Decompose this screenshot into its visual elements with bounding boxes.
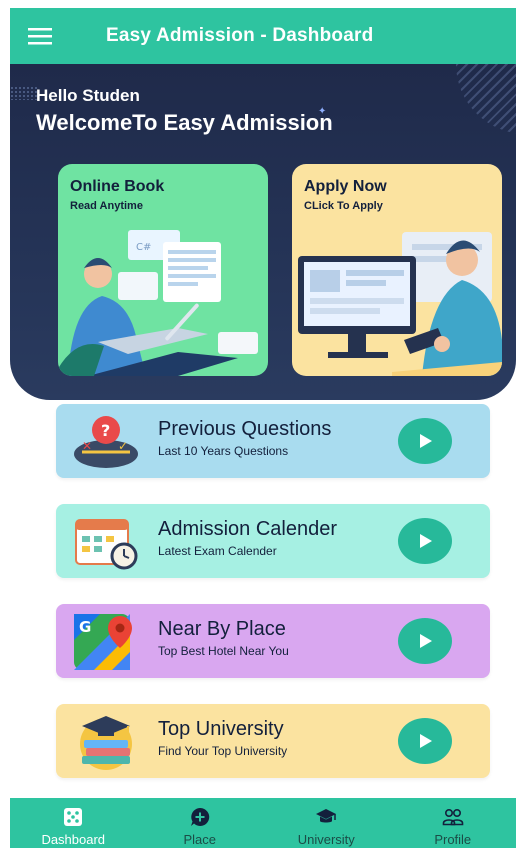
nav-item-dashboard[interactable]: Dashboard bbox=[10, 798, 137, 848]
people-icon bbox=[442, 808, 464, 826]
online-book-subtitle: Read Anytime bbox=[70, 200, 143, 212]
welcome-text: WelcomeTo Easy Admission bbox=[36, 110, 333, 135]
person-computer-illustration bbox=[298, 232, 502, 376]
svg-text:✕: ✕ bbox=[82, 439, 92, 453]
person-laptop-illustration: C# bbox=[58, 230, 258, 376]
question-scale-icon: ? ✕ ✓ bbox=[74, 416, 138, 468]
nav-item-place[interactable]: Place bbox=[137, 798, 264, 848]
near-by-place-subtitle: Top Best Hotel Near You bbox=[158, 644, 289, 658]
calendar-clock-icon bbox=[75, 519, 138, 570]
svg-text:?: ? bbox=[101, 421, 110, 440]
nav-label-university: University bbox=[297, 832, 355, 847]
greeting-text: Hello Studen bbox=[36, 86, 140, 105]
nav-label-profile: Profile bbox=[434, 832, 472, 847]
decorative-dots bbox=[10, 86, 38, 100]
chat-plus-icon bbox=[190, 807, 209, 826]
hamburger-menu-icon bbox=[28, 28, 52, 45]
admission-calender-subtitle: Latest Exam Calender bbox=[158, 544, 277, 558]
nav-label-place: Place bbox=[183, 832, 217, 847]
admission-calender-play-button[interactable] bbox=[398, 518, 452, 564]
previous-questions-card[interactable]: ? ✕ ✓ Previous Questions Last 10 Years Q… bbox=[56, 404, 490, 478]
hamburger-menu-button[interactable] bbox=[10, 8, 70, 64]
top-university-card[interactable]: Top University Find Your Top University bbox=[56, 704, 490, 778]
top-university-subtitle: Find Your Top University bbox=[158, 744, 288, 758]
admission-calender-title: Admission Calender bbox=[158, 518, 337, 540]
bottom-navigation: Dashboard Place University Profile bbox=[10, 798, 516, 848]
play-icon bbox=[420, 434, 432, 448]
app-bar: Easy Admission - Dashboard bbox=[10, 8, 516, 64]
google-maps-icon: G bbox=[74, 614, 132, 670]
dashboard-icon bbox=[64, 808, 83, 826]
svg-text:✓: ✓ bbox=[118, 439, 128, 453]
admission-calender-card[interactable]: Admission Calender Latest Exam Calender bbox=[56, 504, 490, 578]
decorative-stripes bbox=[456, 64, 516, 134]
near-by-place-card[interactable]: G Near By Place Top Best Hotel Near You bbox=[56, 604, 490, 678]
nav-item-profile[interactable]: Profile bbox=[390, 798, 517, 848]
play-icon bbox=[420, 734, 432, 748]
hero-banner: ✦ Hello Studen WelcomeTo Easy Admission … bbox=[10, 64, 516, 400]
top-university-title: Top University bbox=[158, 718, 284, 740]
online-book-card[interactable]: Online Book Read Anytime C# bbox=[58, 164, 268, 376]
previous-questions-subtitle: Last 10 Years Questions bbox=[158, 444, 289, 458]
online-book-title: Online Book bbox=[70, 178, 165, 195]
svg-text:G: G bbox=[79, 618, 91, 636]
previous-questions-title: Previous Questions bbox=[158, 418, 332, 440]
apply-now-card[interactable]: Apply Now CLick To Apply bbox=[292, 164, 502, 376]
near-by-place-title: Near By Place bbox=[158, 618, 286, 640]
play-icon bbox=[420, 534, 432, 548]
near-by-place-play-button[interactable] bbox=[398, 618, 452, 664]
nav-item-university[interactable]: University bbox=[263, 798, 390, 848]
previous-questions-play-button[interactable] bbox=[398, 418, 452, 464]
graduation-books-icon bbox=[80, 716, 132, 770]
graduation-cap-icon bbox=[316, 809, 337, 823]
nav-label-dashboard: Dashboard bbox=[41, 832, 106, 847]
play-icon bbox=[420, 634, 432, 648]
apply-now-subtitle: CLick To Apply bbox=[304, 200, 383, 212]
apply-now-title: Apply Now bbox=[304, 178, 387, 195]
svg-text:C#: C# bbox=[136, 242, 151, 253]
page-title: Easy Admission - Dashboard bbox=[106, 25, 374, 46]
top-university-play-button[interactable] bbox=[398, 718, 452, 764]
